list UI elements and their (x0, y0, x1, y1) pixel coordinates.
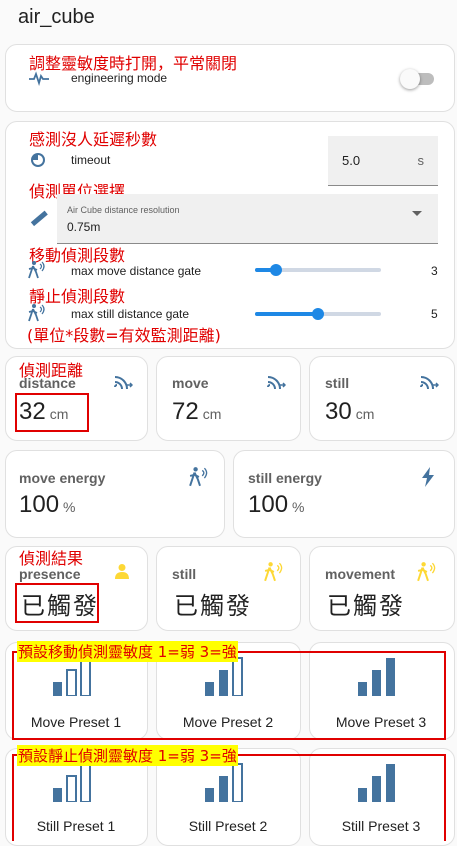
value-number: 72 (172, 398, 199, 425)
motion-sensor-icon (28, 261, 45, 279)
timeout-value: 5.0 (342, 153, 361, 168)
still-gate-slider-fill (255, 312, 318, 316)
value-unit: % (63, 499, 76, 515)
timeout-label: timeout (71, 153, 111, 167)
distance-highlight-box (15, 393, 89, 432)
tile-name: still (325, 375, 350, 391)
move-distance-value: 72 cm (172, 398, 221, 426)
tile-name: movement (325, 566, 396, 582)
still-distance-value: 30 cm (325, 398, 374, 426)
still-value: 已觸發 (174, 592, 252, 620)
still-gate-value: 5 (431, 307, 438, 321)
timer-icon (31, 153, 45, 167)
move-gate-slider-knob[interactable] (270, 264, 282, 276)
pulse-icon (29, 71, 49, 86)
chevron-down-icon (412, 211, 422, 216)
signal-distance-icon (420, 376, 439, 389)
motion-sensor-icon (417, 562, 436, 582)
signal-distance-icon (114, 376, 133, 389)
move-preset-highlight-box (12, 651, 446, 740)
motion-sensor-icon (189, 467, 208, 487)
value-unit: cm (202, 406, 222, 422)
page-title: air_cube (18, 6, 95, 28)
resolution-select[interactable]: Air Cube distance resolution 0.75m (57, 194, 438, 244)
value-unit: cm (355, 406, 375, 422)
motion-sensor-icon (28, 304, 45, 322)
note-timeout: 感測沒人延遲秒數 (29, 130, 158, 149)
presence-highlight-box (15, 583, 99, 623)
value-unit: % (292, 499, 305, 515)
tile-name: still (172, 566, 197, 582)
tile-name: move (172, 375, 209, 391)
tile-name: presence (19, 566, 81, 582)
ruler-icon (30, 210, 48, 227)
value-number: 100 (248, 491, 289, 518)
account-icon (115, 564, 129, 579)
signal-distance-icon (267, 376, 286, 389)
still-preset-highlight-box (12, 754, 446, 841)
timeout-input[interactable]: 5.0 s (328, 136, 438, 186)
movement-value: 已觸發 (327, 592, 405, 620)
move-gate-value: 3 (431, 264, 438, 278)
still-energy-value: 100% (248, 491, 305, 519)
resolution-value: 0.75m (67, 220, 101, 234)
value-number: 100 (19, 491, 60, 518)
move-energy-value: 100% (19, 491, 76, 519)
still-gate-slider-knob[interactable] (312, 308, 324, 320)
tile-name: distance (19, 375, 76, 391)
toggle-knob[interactable] (400, 69, 420, 89)
motion-sensor-icon (264, 562, 283, 582)
note-still-preset: 預設靜止偵測靈敏度 1=弱 3=強 (17, 745, 238, 766)
tile-name: still energy (248, 470, 322, 486)
timeout-unit: s (417, 153, 425, 168)
engineering-mode-label: engineering mode (71, 71, 168, 85)
note-move-preset: 預設移動偵測靈敏度 1=弱 3=強 (17, 641, 238, 662)
value-number: 30 (325, 398, 352, 425)
resolution-label: Air Cube distance resolution (67, 205, 180, 215)
still-gate-label: max still distance gate (71, 307, 190, 321)
lightning-bolt-icon (422, 467, 434, 487)
tile-name: move energy (19, 470, 106, 486)
move-gate-label: max move distance gate (71, 264, 202, 278)
note-formula: (單位*段數=有效監測距離) (27, 326, 221, 345)
